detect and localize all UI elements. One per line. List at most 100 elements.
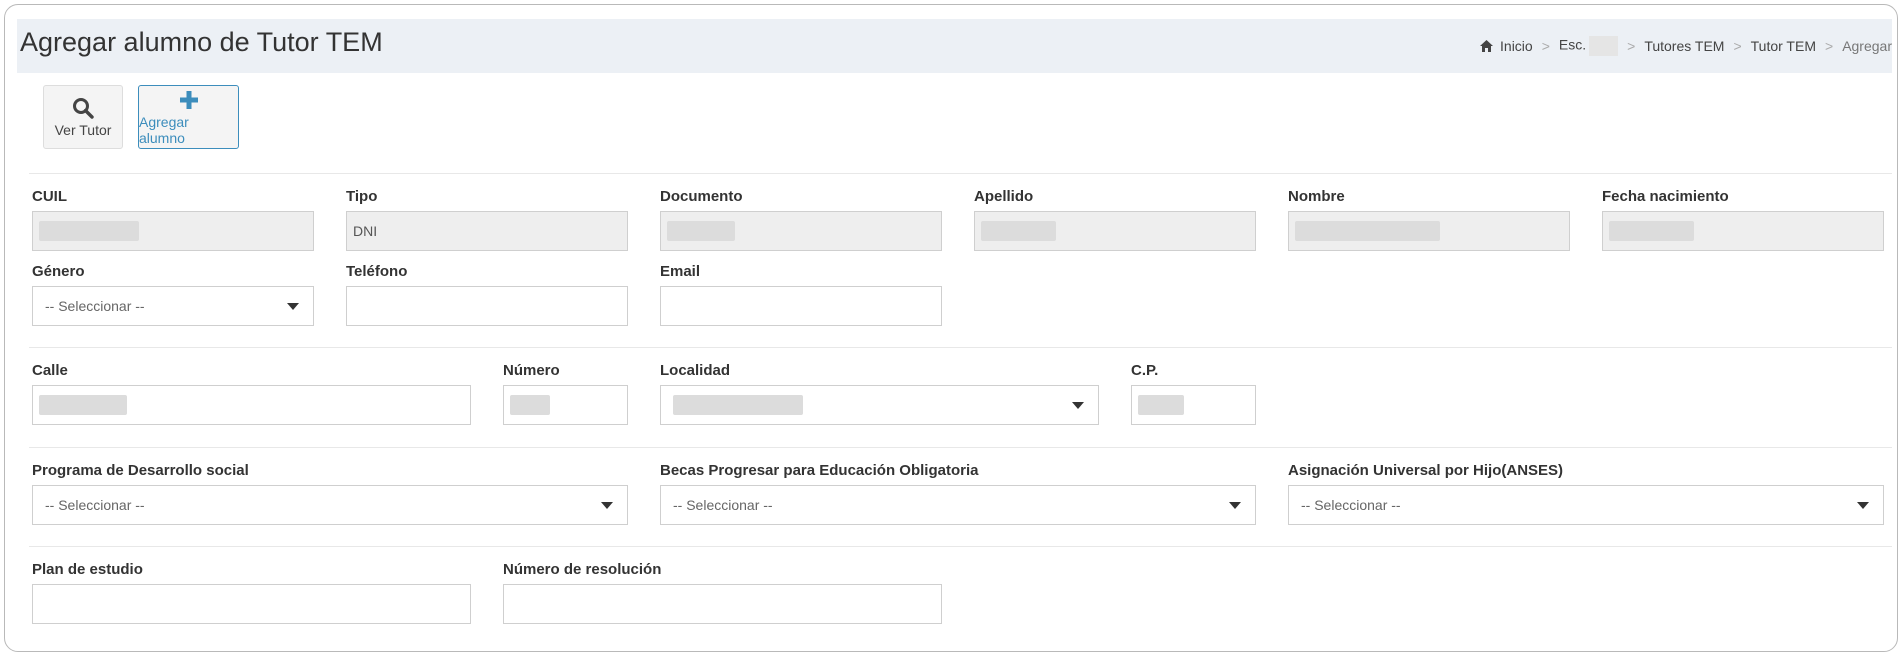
- genero-field: Género -- Seleccionar --: [32, 262, 314, 326]
- becas-select[interactable]: -- Seleccionar --: [660, 485, 1256, 525]
- telefono-field: Teléfono: [346, 262, 628, 326]
- caret-down-icon: [1857, 501, 1869, 509]
- tipo-field: Tipo DNI: [346, 187, 628, 251]
- nombre-field: Nombre: [1288, 187, 1570, 251]
- breadcrumb-item-agregar: Agregar: [1842, 38, 1892, 54]
- documento-input[interactable]: [660, 211, 942, 251]
- localidad-select[interactable]: [660, 385, 1099, 425]
- breadcrumb-separator: >: [1541, 38, 1550, 54]
- asignacion-select[interactable]: -- Seleccionar --: [1288, 485, 1884, 525]
- home-icon: [1480, 40, 1494, 52]
- apellido-field: Apellido: [974, 187, 1256, 251]
- ver-tutor-label: Ver Tutor: [54, 121, 112, 138]
- agregar-alumno-button[interactable]: Agregar alumno: [138, 85, 239, 149]
- plan-label: Plan de estudio: [32, 561, 143, 578]
- email-field: Email: [660, 262, 942, 326]
- caret-down-icon: [1229, 501, 1241, 509]
- breadcrumb-item-inicio[interactable]: Inicio: [1500, 38, 1533, 54]
- fecha-nacimiento-field: Fecha nacimiento: [1602, 187, 1884, 251]
- plus-icon: [179, 90, 198, 109]
- genero-label: Género: [32, 263, 85, 280]
- redacted-value: [1295, 221, 1440, 241]
- content-header: Agregar alumno de Tutor TEM Inicio > Esc…: [17, 19, 1892, 73]
- localidad-label: Localidad: [660, 362, 731, 379]
- asignacion-label: Asignación Universal por Hijo(ANSES): [1288, 462, 1564, 479]
- redacted-value: [673, 395, 803, 415]
- apellido-input[interactable]: [974, 211, 1256, 251]
- calle-field: Calle: [32, 361, 471, 425]
- resolucion-input[interactable]: [503, 584, 942, 624]
- app-frame: Agregar alumno de Tutor TEM Inicio > Esc…: [4, 4, 1898, 652]
- redacted-value: [981, 221, 1056, 241]
- search-icon: [73, 97, 94, 119]
- cp-field: C.P.: [1131, 361, 1256, 425]
- tipo-input[interactable]: DNI: [346, 211, 628, 251]
- cuil-label: CUIL: [32, 188, 67, 205]
- genero-select[interactable]: -- Seleccionar --: [32, 286, 314, 326]
- tipo-value: DNI: [353, 223, 378, 239]
- redacted-value: [39, 395, 127, 415]
- telefono-label: Teléfono: [346, 263, 408, 280]
- email-input[interactable]: [660, 286, 942, 326]
- breadcrumb-separator: >: [1825, 38, 1834, 54]
- programa-selected: -- Seleccionar --: [45, 497, 145, 513]
- redacted-value: [1609, 221, 1694, 241]
- breadcrumb-separator: >: [1627, 38, 1636, 54]
- calle-label: Calle: [32, 362, 68, 379]
- numero-field: Número: [503, 361, 628, 425]
- divider: [29, 173, 1892, 174]
- redacted-value: [39, 221, 139, 241]
- redacted-text: [1589, 36, 1619, 56]
- plan-input[interactable]: [32, 584, 471, 624]
- breadcrumb-item-escuela-label: Esc.: [1558, 36, 1587, 53]
- page-title: Agregar alumno de Tutor TEM: [20, 27, 383, 57]
- breadcrumb-item-tutores[interactable]: Tutores TEM: [1644, 38, 1724, 54]
- becas-label: Becas Progresar para Educación Obligator…: [660, 462, 979, 479]
- redacted-value: [667, 221, 735, 241]
- asignacion-field: Asignación Universal por Hijo(ANSES) -- …: [1288, 461, 1884, 525]
- divider: [29, 447, 1892, 448]
- telefono-input[interactable]: [346, 286, 628, 326]
- breadcrumb: Inicio > Esc. > Tutores TEM > Tutor TEM …: [1480, 36, 1892, 56]
- redacted-value: [510, 395, 550, 415]
- nombre-input[interactable]: [1288, 211, 1570, 251]
- plan-field: Plan de estudio: [32, 560, 471, 624]
- calle-input[interactable]: [32, 385, 471, 425]
- documento-label: Documento: [660, 188, 743, 205]
- ver-tutor-button[interactable]: Ver Tutor: [43, 85, 123, 149]
- agregar-alumno-label: Agregar alumno: [139, 113, 189, 146]
- cp-label: C.P.: [1131, 362, 1159, 379]
- breadcrumb-item-tutor[interactable]: Tutor TEM: [1751, 38, 1816, 54]
- fecha-nacimiento-input[interactable]: [1602, 211, 1884, 251]
- redacted-value: [1138, 395, 1184, 415]
- cuil-input[interactable]: [32, 211, 314, 251]
- becas-selected: -- Seleccionar --: [673, 497, 773, 513]
- fecha-nacimiento-label: Fecha nacimiento: [1602, 188, 1729, 205]
- divider: [29, 347, 1892, 348]
- numero-input[interactable]: [503, 385, 628, 425]
- numero-label: Número: [503, 362, 560, 379]
- email-label: Email: [660, 263, 701, 280]
- tipo-label: Tipo: [346, 188, 378, 205]
- caret-down-icon: [287, 302, 299, 310]
- main-content: Ver Tutor Agregar alumno CUIL Tipo DNI D…: [17, 73, 1892, 651]
- resolucion-field: Número de resolución: [503, 560, 942, 624]
- apellido-label: Apellido: [974, 188, 1034, 205]
- breadcrumb-separator: >: [1733, 38, 1742, 54]
- caret-down-icon: [601, 501, 613, 509]
- documento-field: Documento: [660, 187, 942, 251]
- cuil-field: CUIL: [32, 187, 314, 251]
- genero-selected: -- Seleccionar --: [45, 298, 145, 314]
- becas-field: Becas Progresar para Educación Obligator…: [660, 461, 1256, 525]
- asignacion-selected: -- Seleccionar --: [1301, 497, 1401, 513]
- nombre-label: Nombre: [1288, 188, 1345, 205]
- programa-select[interactable]: -- Seleccionar --: [32, 485, 628, 525]
- cp-input[interactable]: [1131, 385, 1256, 425]
- programa-field: Programa de Desarrollo social -- Selecci…: [32, 461, 628, 525]
- breadcrumb-item-escuela[interactable]: Esc.: [1558, 36, 1619, 56]
- localidad-field: Localidad: [660, 361, 1099, 425]
- programa-label: Programa de Desarrollo social: [32, 462, 249, 479]
- divider: [29, 546, 1892, 547]
- resolucion-label: Número de resolución: [503, 561, 662, 578]
- caret-down-icon: [1072, 401, 1084, 409]
